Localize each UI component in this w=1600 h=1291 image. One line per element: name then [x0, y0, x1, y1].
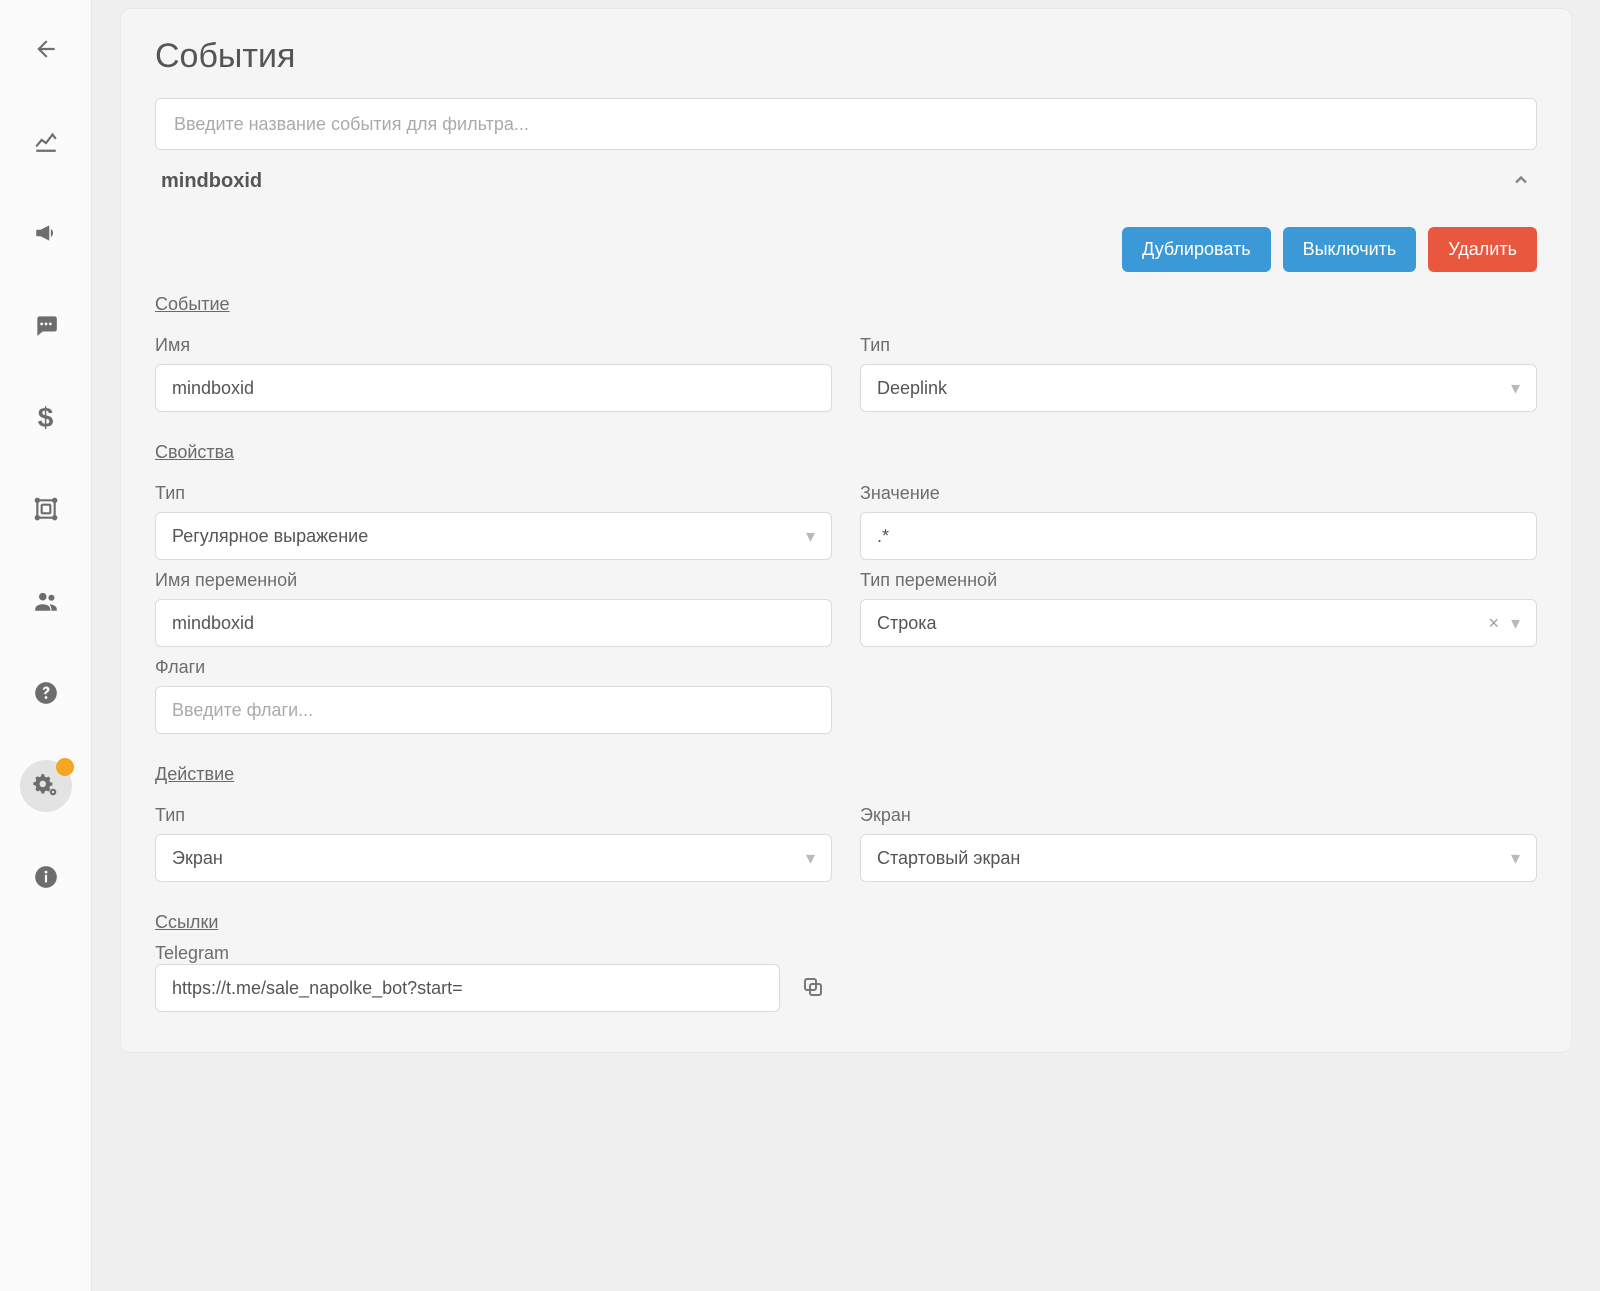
section-event-title: Событие [155, 294, 1537, 315]
section-links-title: Ссылки [155, 912, 1537, 933]
label-action-screen: Экран [860, 805, 1537, 826]
info-circle-icon [33, 864, 59, 893]
bullhorn-icon [33, 220, 59, 249]
nav-back[interactable] [20, 24, 72, 76]
label-event-type: Тип [860, 335, 1537, 356]
nav-audience[interactable] [20, 576, 72, 628]
copy-link-button[interactable] [794, 969, 832, 1007]
event-accordion-header[interactable]: mindboxid [155, 150, 1537, 197]
nav-analytics[interactable] [20, 116, 72, 168]
disable-button[interactable]: Выключить [1283, 227, 1417, 272]
caret-down-icon: ▾ [1511, 378, 1520, 399]
input-prop-value[interactable] [860, 512, 1537, 560]
copy-icon [801, 975, 825, 1002]
page-card: События mindboxid Дублировать Выключить … [120, 8, 1572, 1053]
label-var-name: Имя переменной [155, 570, 832, 591]
select-var-type[interactable]: Строка × ▾ [860, 599, 1537, 647]
caret-down-icon: ▾ [1511, 848, 1520, 869]
input-telegram-link[interactable] [155, 964, 780, 1012]
label-prop-value: Значение [860, 483, 1537, 504]
label-flags: Флаги [155, 657, 832, 678]
label-event-name: Имя [155, 335, 832, 356]
chevron-up-icon [1511, 170, 1531, 193]
event-filter-input[interactable] [155, 98, 1537, 150]
label-action-type: Тип [155, 805, 832, 826]
select-prop-type-value: Регулярное выражение [172, 526, 368, 547]
select-action-screen[interactable]: Стартовый экран ▾ [860, 834, 1537, 882]
chart-line-icon [33, 128, 59, 157]
chat-icon [33, 312, 59, 341]
select-event-type[interactable]: Deeplink ▾ [860, 364, 1537, 412]
sidebar: $ [0, 0, 92, 1291]
event-action-buttons: Дублировать Выключить Удалить [155, 227, 1537, 272]
label-prop-type: Тип [155, 483, 832, 504]
clear-icon[interactable]: × [1488, 613, 1499, 634]
notification-badge [56, 758, 74, 776]
select-var-type-value: Строка [877, 613, 937, 634]
nav-help[interactable] [20, 668, 72, 720]
select-event-type-value: Deeplink [877, 378, 947, 399]
section-action-title: Действие [155, 764, 1537, 785]
dollar-icon: $ [38, 402, 54, 434]
duplicate-button[interactable]: Дублировать [1122, 227, 1270, 272]
nav-templates[interactable] [20, 484, 72, 536]
label-telegram: Telegram [155, 943, 229, 963]
gears-icon [33, 772, 59, 801]
main-content: События mindboxid Дублировать Выключить … [92, 0, 1600, 1291]
input-var-name[interactable] [155, 599, 832, 647]
input-event-name[interactable] [155, 364, 832, 412]
caret-down-icon: ▾ [806, 526, 815, 547]
caret-down-icon: ▾ [1511, 613, 1520, 634]
arrow-left-icon [33, 36, 59, 65]
users-icon [33, 588, 59, 617]
select-prop-type[interactable]: Регулярное выражение ▾ [155, 512, 832, 560]
nav-messages[interactable] [20, 300, 72, 352]
delete-button[interactable]: Удалить [1428, 227, 1537, 272]
group-objects-icon [33, 496, 59, 525]
section-properties-title: Свойства [155, 442, 1537, 463]
caret-down-icon: ▾ [806, 848, 815, 869]
input-flags[interactable] [155, 686, 832, 734]
select-action-screen-value: Стартовый экран [877, 848, 1020, 869]
event-name-heading: mindboxid [161, 170, 262, 193]
select-action-type[interactable]: Экран ▾ [155, 834, 832, 882]
nav-billing[interactable]: $ [20, 392, 72, 444]
page-title: События [155, 37, 1537, 76]
question-circle-icon [33, 680, 59, 709]
nav-campaigns[interactable] [20, 208, 72, 260]
nav-settings[interactable] [20, 760, 72, 812]
label-var-type: Тип переменной [860, 570, 1537, 591]
nav-info[interactable] [20, 852, 72, 904]
select-action-type-value: Экран [172, 848, 223, 869]
